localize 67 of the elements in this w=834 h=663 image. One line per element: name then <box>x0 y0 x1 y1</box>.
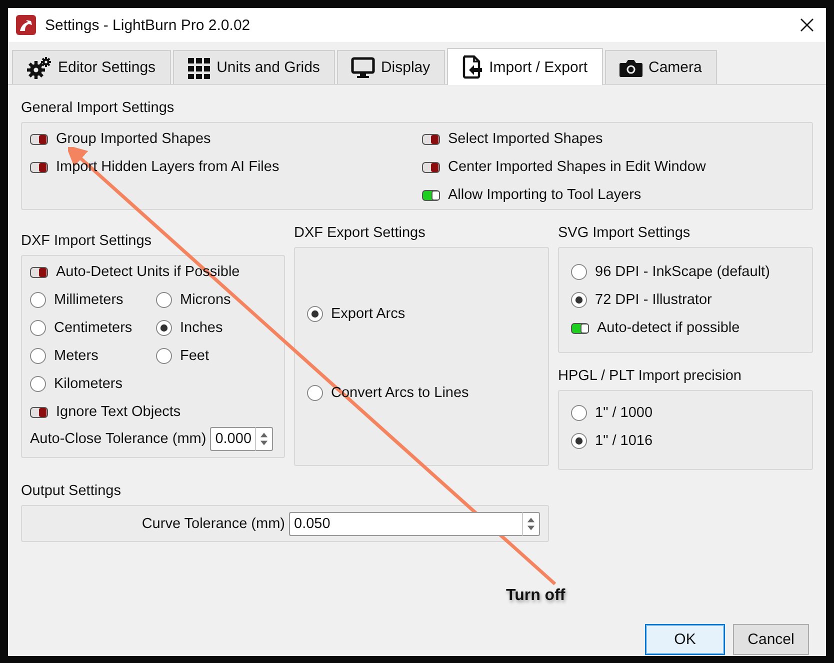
radio-button[interactable] <box>571 405 587 421</box>
number-field[interactable]: 0.000 <box>210 427 256 451</box>
spin-arrows-icon[interactable] <box>522 512 540 536</box>
radio-button[interactable] <box>30 292 46 308</box>
option-label: 1" / 1016 <box>595 433 653 449</box>
monitor-icon <box>350 56 375 78</box>
option-label: 1" / 1000 <box>595 405 653 421</box>
dialog-button[interactable]: OK <box>645 624 725 655</box>
group-title: SVG Import Settings <box>558 224 692 242</box>
tab[interactable]: Display <box>336 50 446 84</box>
number-field[interactable]: 0.050 <box>289 512 522 536</box>
option-label: Kilometers <box>54 376 122 392</box>
radio-button[interactable] <box>571 433 587 449</box>
group-title: DXF Import Settings <box>21 232 153 250</box>
toggle-switch[interactable] <box>30 134 48 144</box>
toggle-switch[interactable] <box>422 134 440 144</box>
radio-button[interactable] <box>30 376 46 392</box>
spin-arrows-icon[interactable] <box>255 427 274 451</box>
radio-button[interactable] <box>306 306 323 322</box>
toggle-switch[interactable] <box>422 162 440 172</box>
group-title: DXF Export Settings <box>294 224 426 242</box>
option-label: Auto-detect if possible <box>597 320 740 336</box>
tab[interactable]: Import / Export <box>447 48 602 85</box>
toggle-switch[interactable] <box>422 190 440 200</box>
option-label: Meters <box>54 348 98 364</box>
field-label: Auto-Close Tolerance (mm) <box>30 431 206 447</box>
window-title: Settings - LightBurn Pro 2.0.02 <box>45 16 252 34</box>
tab[interactable]: Camera <box>604 50 717 84</box>
radio-button[interactable] <box>30 320 46 336</box>
field-label: Curve Tolerance (mm) <box>142 516 285 532</box>
group-title: General Import Settings <box>21 99 176 117</box>
option-label: 96 DPI - InkScape (default) <box>595 264 770 280</box>
option-label: Select Imported Shapes <box>448 131 603 147</box>
option-label: Microns <box>180 292 231 308</box>
option-label: Ignore Text Objects <box>56 404 181 420</box>
toggle-switch[interactable] <box>30 406 48 418</box>
radio-button[interactable] <box>306 385 323 402</box>
radio-button[interactable] <box>571 292 587 308</box>
radio-button[interactable] <box>156 348 172 364</box>
toggle-switch[interactable] <box>30 266 48 278</box>
option-label: Feet <box>180 348 210 364</box>
radio-button[interactable] <box>571 264 587 280</box>
close-icon[interactable] <box>800 18 814 32</box>
option-label: Export Arcs <box>330 306 406 322</box>
camera-icon <box>618 58 642 78</box>
annotation-text: Turn off <box>506 587 566 605</box>
option-label: Allow Importing to Tool Layers <box>448 187 642 203</box>
option-label: 72 DPI - Illustrator <box>595 292 712 308</box>
app-logo-icon <box>15 14 37 36</box>
grid-icon <box>186 56 211 78</box>
group-title: HPGL / PLT Import precision <box>558 367 742 385</box>
toggle-switch[interactable] <box>571 322 589 334</box>
document-arrow-icon <box>461 55 484 79</box>
radio-button[interactable] <box>156 320 172 336</box>
option-label: Millimeters <box>54 292 124 308</box>
group-title: Output Settings <box>21 482 122 500</box>
dialog-button[interactable]: Cancel <box>733 624 809 655</box>
option-label: Group Imported Shapes <box>56 131 211 147</box>
toggle-switch[interactable] <box>30 162 48 172</box>
gears-icon <box>26 56 52 78</box>
radio-button[interactable] <box>156 292 172 308</box>
option-label: Centimeters <box>54 320 132 336</box>
radio-button[interactable] <box>30 348 46 364</box>
tab[interactable]: Units and Grids <box>172 50 335 84</box>
tab[interactable]: Editor Settings <box>12 50 171 84</box>
option-label: Inches <box>180 320 223 336</box>
option-label: Center Imported Shapes in Edit Window <box>448 159 706 175</box>
